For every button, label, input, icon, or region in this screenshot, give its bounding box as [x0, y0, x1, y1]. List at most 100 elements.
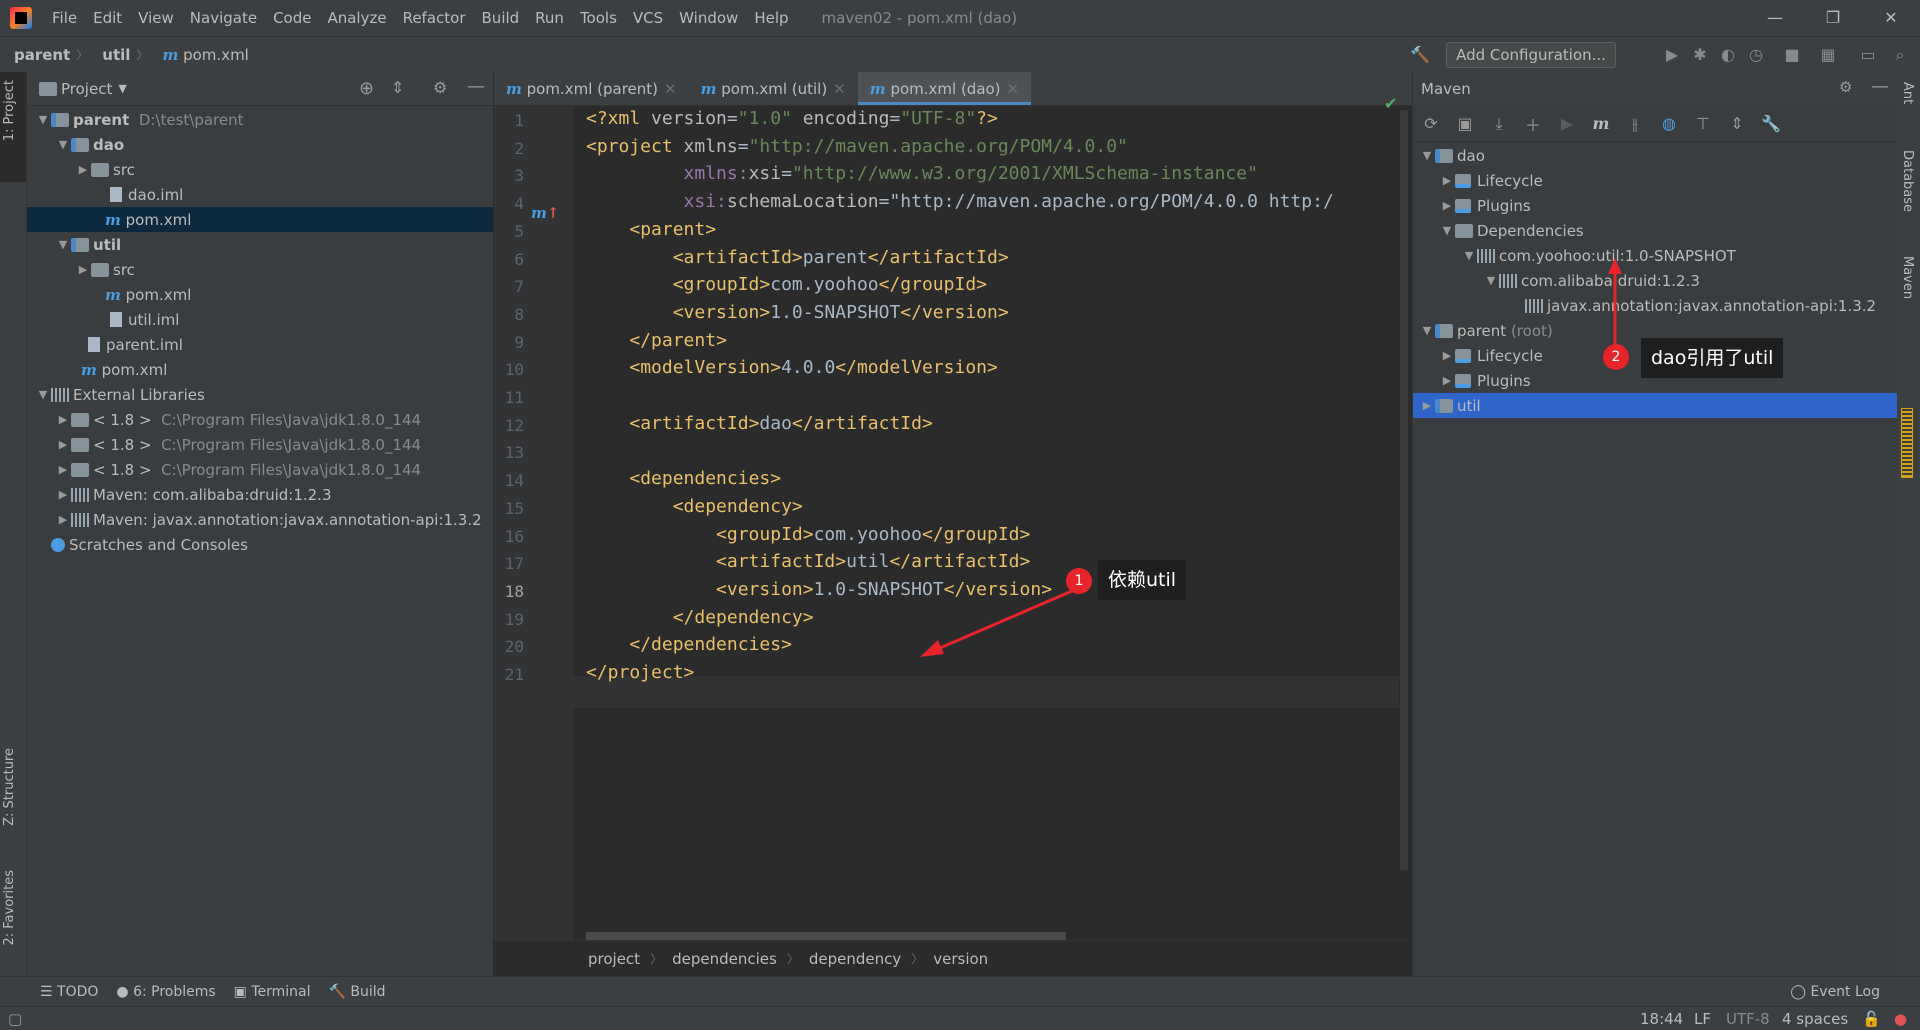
- favorites-tool-tab[interactable]: 2: Favorites: [2, 870, 17, 946]
- debug-icon[interactable]: ✱: [1690, 45, 1710, 65]
- chevron-right-icon[interactable]: ▶: [55, 438, 71, 451]
- tree-node-util-src[interactable]: ▶ src: [27, 257, 493, 282]
- tree-node-druid[interactable]: ▶ Maven: com.alibaba:druid:1.2.3: [27, 482, 493, 507]
- add-icon[interactable]: ＋: [1523, 112, 1543, 136]
- code-editor[interactable]: 1 2 3 4 5 6 7 8 9 10 11 12 13 14 15 16 17 18 19 20 21 m↑ ✔ <…: [494, 94, 1412, 940]
- tab-pom-parent[interactable]: m pom.xml (parent) ✕: [494, 72, 689, 105]
- tree-node-dao-src[interactable]: ▶ src: [27, 157, 493, 182]
- chevron-right-icon[interactable]: ▶: [1419, 399, 1435, 412]
- code-line[interactable]: </project>: [586, 662, 694, 683]
- code-line[interactable]: <artifactId>util</artifactId>: [586, 551, 1030, 572]
- menu-file[interactable]: File: [44, 9, 85, 27]
- problems-tool-button[interactable]: ● 6: Problems: [116, 984, 215, 1000]
- menu-build[interactable]: Build: [474, 9, 528, 27]
- window-icon[interactable]: ▭: [1858, 45, 1878, 65]
- show-dependencies-icon[interactable]: ⊤: [1693, 114, 1713, 133]
- close-icon[interactable]: ✕: [833, 80, 846, 98]
- tree-node-parent-pom[interactable]: m pom.xml: [27, 357, 493, 382]
- chevron-right-icon[interactable]: ▶: [75, 263, 91, 276]
- close-icon[interactable]: ✕: [664, 80, 677, 98]
- nav-crumb-parent[interactable]: parent: [0, 46, 70, 64]
- nav-crumb-pom[interactable]: m pom.xml: [148, 46, 248, 64]
- locate-icon[interactable]: ⊕: [359, 78, 374, 99]
- line-separator[interactable]: LF: [1694, 1010, 1711, 1028]
- caret-position[interactable]: 18:44: [1640, 1010, 1683, 1028]
- todo-tool-button[interactable]: ☰ TODO: [40, 984, 98, 1000]
- chevron-down-icon[interactable]: ▼: [1439, 224, 1455, 237]
- maven-node-dep-util[interactable]: ▼ com.yoohoo:util:1.0-SNAPSHOT: [1413, 243, 1898, 268]
- tree-node-util-pom[interactable]: m pom.xml: [27, 282, 493, 307]
- tree-node-parent-iml[interactable]: parent.iml: [27, 332, 493, 357]
- minimize-icon[interactable]: —: [1746, 0, 1804, 36]
- tree-node-util-iml[interactable]: util.iml: [27, 307, 493, 332]
- chevron-down-icon[interactable]: ▼: [1483, 274, 1499, 287]
- tab-pom-dao[interactable]: m pom.xml (dao) ✕: [857, 72, 1032, 105]
- code-line[interactable]: <modelVersion>4.0.0</modelVersion>: [586, 357, 997, 378]
- chevron-right-icon[interactable]: ▶: [55, 413, 71, 426]
- maven-node-dependencies[interactable]: ▼ Dependencies: [1413, 218, 1898, 243]
- maven-node-plugins[interactable]: ▶ Plugins: [1413, 193, 1898, 218]
- code-line[interactable]: <version>1.0-SNAPSHOT</version>: [586, 302, 1009, 323]
- collapse-all-icon[interactable]: ⇕: [1727, 114, 1747, 133]
- hide-icon[interactable]: —: [467, 76, 485, 97]
- coverage-icon[interactable]: ◐: [1718, 45, 1738, 65]
- code-line[interactable]: xmlns:xsi="http://www.w3.org/2001/XMLSch…: [586, 163, 1258, 184]
- nav-crumb-util[interactable]: util: [88, 46, 130, 64]
- chevron-down-icon[interactable]: ▼: [55, 138, 71, 151]
- maven-node-lifecycle[interactable]: ▶ Lifecycle: [1413, 168, 1898, 193]
- chevron-down-icon[interactable]: ▼: [35, 113, 51, 126]
- chevron-down-icon[interactable]: ▼: [35, 388, 51, 401]
- chevron-right-icon[interactable]: ▶: [1439, 374, 1455, 387]
- code-line[interactable]: <groupId>com.yoohoo</groupId>: [586, 274, 987, 295]
- chevron-down-icon[interactable]: ▼: [1419, 149, 1435, 162]
- close-icon[interactable]: ✕: [1007, 80, 1020, 98]
- close-icon[interactable]: ✕: [1862, 0, 1920, 36]
- menu-help[interactable]: Help: [746, 9, 796, 27]
- chevron-down-icon[interactable]: ▼: [1419, 324, 1435, 337]
- breadcrumb-project[interactable]: project: [588, 950, 640, 968]
- structure-tool-tab[interactable]: Z: Structure: [2, 748, 17, 826]
- search-icon[interactable]: ⌕: [1890, 45, 1910, 65]
- code-line[interactable]: <parent>: [586, 219, 716, 240]
- inspector-icon[interactable]: ●: [1894, 1010, 1907, 1028]
- menu-vcs[interactable]: VCS: [625, 9, 671, 27]
- code-line[interactable]: </parent>: [586, 330, 727, 351]
- indent-setting[interactable]: 4 spaces: [1782, 1010, 1848, 1028]
- gear-icon[interactable]: ⚙: [1839, 78, 1852, 96]
- maven-node-dep-annotation[interactable]: javax.annotation:javax.annotation-api:1.…: [1413, 293, 1898, 318]
- execute-goal-icon[interactable]: m: [1591, 114, 1611, 133]
- collapse-all-icon[interactable]: ⇕: [391, 78, 404, 97]
- chevron-right-icon[interactable]: ▶: [1439, 174, 1455, 187]
- tab-pom-util[interactable]: m pom.xml (util) ✕: [689, 72, 858, 105]
- menu-code[interactable]: Code: [265, 9, 319, 27]
- tree-node-dao-iml[interactable]: dao.iml: [27, 182, 493, 207]
- maven-tool-tab[interactable]: Maven: [1900, 256, 1915, 299]
- tree-node-jdk[interactable]: ▶ < 1.8 > C:\Program Files\Java\jdk1.8.0…: [27, 432, 493, 457]
- menu-analyze[interactable]: Analyze: [319, 9, 394, 27]
- chevron-right-icon[interactable]: ▶: [1439, 199, 1455, 212]
- hammer-build-icon[interactable]: 🔨: [1410, 45, 1430, 65]
- chevron-right-icon[interactable]: ▶: [1439, 349, 1455, 362]
- menu-view[interactable]: View: [130, 9, 182, 27]
- tree-node-util[interactable]: ▼ util: [27, 232, 493, 257]
- menu-tools[interactable]: Tools: [572, 9, 625, 27]
- tree-node-dao-pom[interactable]: m pom.xml: [27, 207, 493, 232]
- build-tool-button[interactable]: 🔨 Build: [329, 984, 386, 1000]
- code-line[interactable]: <artifactId>parent</artifactId>: [586, 247, 1009, 268]
- code-line[interactable]: <project xmlns="http://maven.apache.org/…: [586, 136, 1128, 157]
- maven-node-util[interactable]: ▶ util: [1413, 393, 1898, 418]
- code-line[interactable]: xsi:schemaLocation="http://maven.apache.…: [586, 191, 1334, 212]
- breadcrumb-version[interactable]: version: [933, 950, 988, 968]
- breadcrumb-dependencies[interactable]: dependencies: [672, 950, 777, 968]
- code-line[interactable]: <groupId>com.yoohoo</groupId>: [586, 524, 1030, 545]
- breadcrumb-dependency[interactable]: dependency: [809, 950, 901, 968]
- gear-icon[interactable]: ⚙: [433, 78, 447, 97]
- code-line[interactable]: <dependencies>: [586, 468, 781, 489]
- event-log-tool-button[interactable]: ◯ Event Log: [1790, 984, 1880, 1000]
- download-icon[interactable]: ⤓: [1489, 114, 1509, 134]
- run-icon[interactable]: ▶: [1557, 114, 1577, 133]
- menu-navigate[interactable]: Navigate: [182, 9, 265, 27]
- chevron-down-icon[interactable]: ▼: [55, 238, 71, 251]
- chevron-down-icon[interactable]: ▼: [118, 82, 126, 95]
- tree-node-jdk[interactable]: ▶ < 1.8 > C:\Program Files\Java\jdk1.8.0…: [27, 407, 493, 432]
